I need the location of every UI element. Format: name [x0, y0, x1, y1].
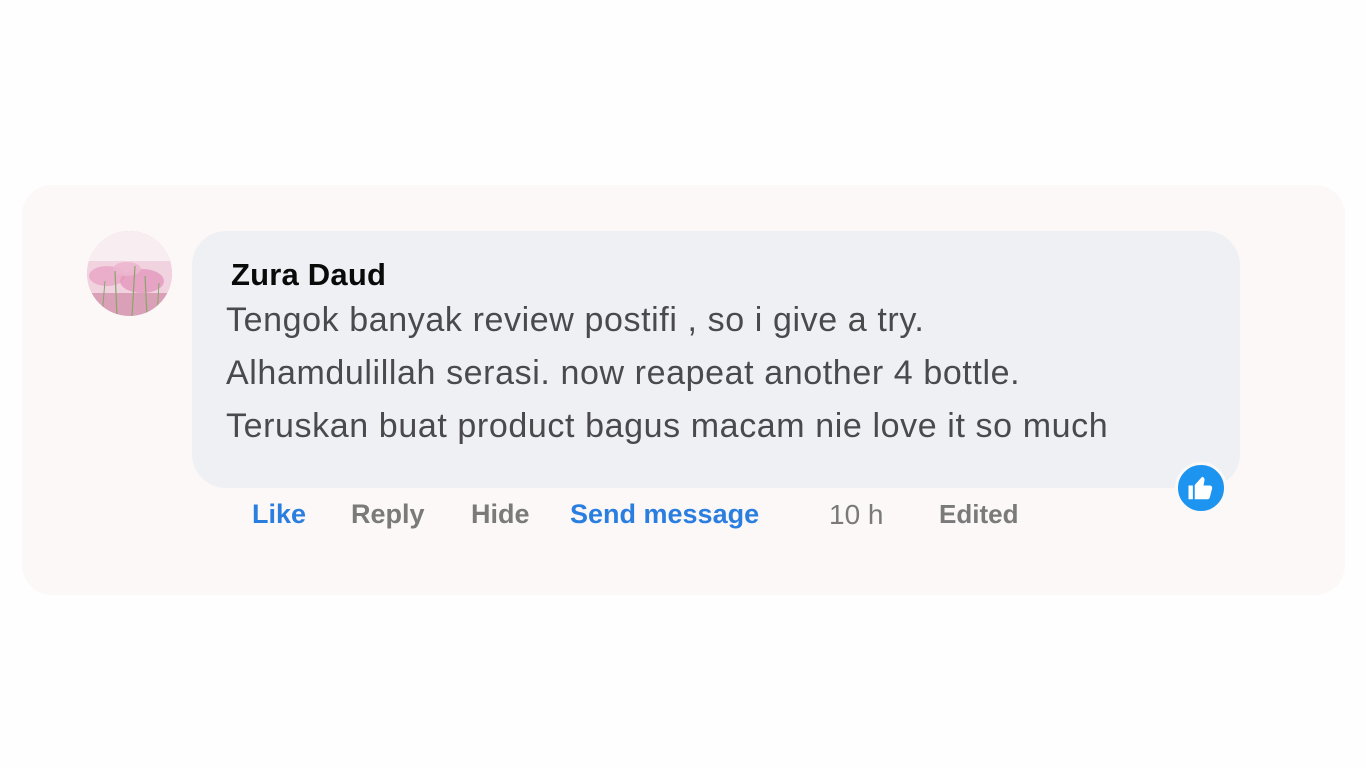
edited-label[interactable]: Edited	[939, 499, 1018, 530]
hide-button[interactable]: Hide	[471, 499, 530, 530]
reply-button[interactable]: Reply	[351, 499, 425, 530]
avatar[interactable]	[87, 231, 172, 316]
comment-text-line-1: Tengok banyak review postifi , so i give…	[226, 301, 925, 339]
comment-author[interactable]: Zura Daud	[231, 257, 386, 293]
reaction-badge[interactable]	[1175, 462, 1227, 514]
comment-timestamp[interactable]: 10 h	[829, 499, 884, 531]
like-button[interactable]: Like	[252, 499, 306, 530]
comment-text-line-3: Teruskan buat product bagus macam nie lo…	[226, 407, 1109, 445]
thumbs-up-icon	[1188, 476, 1213, 500]
send-message-button[interactable]: Send message	[570, 499, 759, 530]
comment-text-line-2: Alhamdulillah serasi. now reapeat anothe…	[226, 354, 1021, 392]
avatar-image	[87, 231, 172, 316]
